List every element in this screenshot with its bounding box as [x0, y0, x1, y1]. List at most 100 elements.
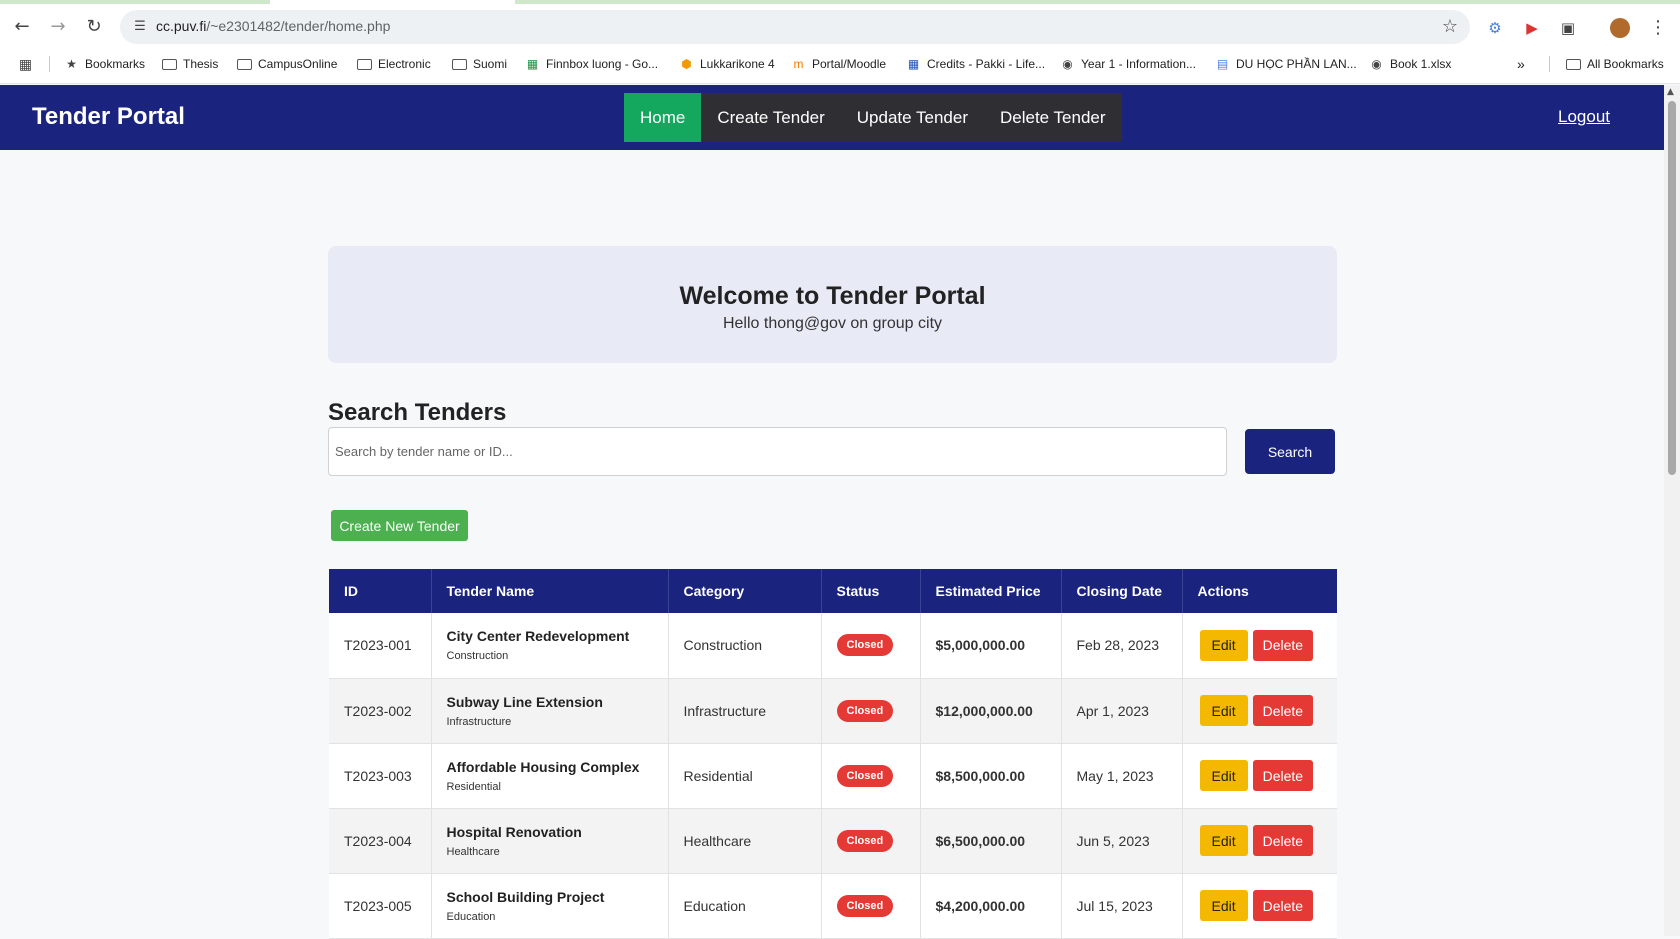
nav-update-tender[interactable]: Update Tender: [841, 93, 984, 142]
scrollbar-thumb[interactable]: [1668, 101, 1676, 475]
edit-button[interactable]: Edit: [1199, 890, 1248, 921]
logout-link[interactable]: Logout: [1558, 107, 1610, 127]
welcome-title: Welcome to Tender Portal: [679, 282, 986, 310]
table-row: T2023-004 Hospital Renovation Healthcare …: [329, 808, 1337, 874]
folder-icon: [357, 58, 372, 70]
tender-name: Subway Line Extension: [446, 693, 603, 710]
table-row: T2023-001 City Center Redevelopment Const…: [329, 613, 1337, 679]
extensions-icon[interactable]: ▣: [1556, 16, 1580, 40]
tender-price: $5,000,000.00: [920, 613, 1062, 679]
tender-closing-date: May 1, 2023: [1061, 743, 1183, 809]
nav-delete-tender[interactable]: Delete Tender: [984, 93, 1122, 142]
nav-create-tender[interactable]: Create Tender: [701, 93, 840, 142]
table-row: T2023-002 Subway Line Extension Infrastru…: [329, 678, 1337, 744]
bookmark-item[interactable]: Electronic: [357, 54, 431, 74]
create-new-tender-button[interactable]: Create New Tender: [331, 510, 468, 541]
profile-avatar-icon[interactable]: [1608, 16, 1632, 40]
edit-button[interactable]: Edit: [1199, 629, 1248, 661]
bookmark-divider: [1549, 56, 1550, 72]
edit-button[interactable]: Edit: [1199, 760, 1248, 791]
site-info-icon[interactable]: ☰: [130, 17, 150, 37]
delete-button[interactable]: Delete: [1252, 695, 1314, 726]
address-bar[interactable]: ☰ cc.puv.fi/~e2301482/tender/home.php ☆: [120, 10, 1470, 44]
star-icon: ★: [66, 56, 77, 71]
tender-closing-date: Jul 15, 2023: [1061, 873, 1183, 939]
tender-status-cell: Closed: [821, 873, 921, 939]
status-badge: Closed: [836, 894, 894, 917]
forward-arrow-icon[interactable]: →: [45, 14, 71, 40]
folder-icon: [452, 58, 467, 70]
tender-closing-date: Apr 1, 2023: [1061, 678, 1183, 744]
browser-toolbar: ← → ↻ ☰ cc.puv.fi/~e2301482/tender/home.…: [0, 0, 1680, 84]
search-button[interactable]: Search: [1245, 429, 1335, 474]
tender-name-cell: Subway Line Extension Infrastructure: [431, 678, 669, 744]
bookmark-item[interactable]: Thesis: [162, 54, 218, 74]
tender-id: T2023-003: [329, 743, 432, 809]
tender-table: ID Tender Name Category Status Estimated…: [329, 569, 1337, 939]
delete-button[interactable]: Delete: [1252, 825, 1314, 856]
bookmark-item[interactable]: ◉ Book 1.xlsx: [1369, 54, 1451, 74]
column-header-category: Category: [668, 569, 822, 613]
reload-icon[interactable]: ↻: [81, 14, 107, 40]
tender-status-cell: Closed: [821, 613, 921, 679]
table-header-row: ID Tender Name Category Status Estimated…: [329, 569, 1337, 613]
status-badge: Closed: [836, 699, 894, 722]
bookmark-item[interactable]: ★ Bookmarks: [64, 54, 145, 74]
tender-price: $12,000,000.00: [920, 678, 1062, 744]
page-scrollbar[interactable]: ▲: [1664, 85, 1680, 936]
tender-name: School Building Project: [446, 888, 605, 905]
tender-closing-date: Jun 5, 2023: [1061, 808, 1183, 874]
tender-name-cell: School Building Project Education: [431, 873, 669, 939]
nav-home[interactable]: Home: [624, 93, 702, 142]
tender-name: Hospital Renovation: [446, 823, 582, 840]
bookmark-item[interactable]: ▦ Credits - Pakki - Life...: [906, 54, 1045, 74]
bookmark-item[interactable]: CampusOnline: [237, 54, 337, 74]
bookmark-item[interactable]: m Portal/Moodle: [791, 54, 887, 74]
status-badge: Closed: [836, 634, 894, 657]
search-input[interactable]: [328, 427, 1227, 476]
tender-name: City Center Redevelopment: [446, 628, 630, 645]
grid-icon: ▦: [907, 56, 920, 71]
bookmark-item[interactable]: ▦ Finnbox luong - Go...: [525, 54, 658, 74]
more-bookmarks-chevron-icon[interactable]: »: [1517, 54, 1525, 74]
status-badge: Closed: [836, 829, 894, 852]
bookmark-item[interactable]: ▤ DU HỌC PHẦN LAN...: [1215, 54, 1357, 74]
moodle-icon: m: [793, 56, 804, 71]
bookmark-divider: [49, 56, 50, 72]
bookmarks-bar: ▦ ★ Bookmarks Thesis CampusOnline Electro…: [0, 52, 1680, 76]
tender-status-cell: Closed: [821, 678, 921, 744]
tender-subcategory: Residential: [446, 780, 501, 793]
bookmark-star-icon[interactable]: ☆: [1442, 16, 1458, 37]
apps-grid-icon[interactable]: ▦: [18, 54, 33, 74]
folder-icon: [162, 58, 177, 70]
delete-button[interactable]: Delete: [1252, 760, 1314, 791]
all-bookmarks[interactable]: All Bookmarks: [1566, 54, 1664, 74]
delete-button[interactable]: Delete: [1252, 629, 1314, 661]
url-text[interactable]: cc.puv.fi/~e2301482/tender/home.php: [156, 18, 390, 34]
search-section-title: Search Tenders: [328, 399, 507, 426]
tender-name-cell: City Center Redevelopment Construction: [431, 613, 669, 679]
globe-icon: ◉: [1062, 56, 1073, 71]
scroll-up-arrow-icon[interactable]: ▲: [1667, 87, 1674, 97]
delete-button[interactable]: Delete: [1252, 890, 1314, 921]
brand-title: Tender Portal: [32, 103, 185, 130]
column-header-tender-name: Tender Name: [431, 569, 669, 613]
bookmark-item[interactable]: ⬢ Lukkarikone 4: [679, 54, 774, 74]
column-header-closing-date: Closing Date: [1061, 569, 1183, 613]
tender-category: Infrastructure: [668, 678, 822, 744]
edit-button[interactable]: Edit: [1199, 825, 1248, 856]
tender-subcategory: Construction: [446, 650, 509, 663]
tender-subcategory: Healthcare: [446, 845, 500, 858]
tender-subcategory: Education: [446, 910, 496, 923]
bookmark-item[interactable]: ◉ Year 1 - Information...: [1060, 54, 1196, 74]
more-menu-icon[interactable]: ⋮: [1646, 16, 1670, 40]
back-arrow-icon[interactable]: ←: [9, 14, 35, 40]
folder-icon: [237, 58, 252, 70]
bookmark-item[interactable]: Suomi: [452, 54, 507, 74]
translate-icon[interactable]: ⚙: [1483, 16, 1507, 40]
column-header-actions: Actions: [1182, 569, 1337, 613]
megaphone-icon[interactable]: ▶: [1520, 16, 1544, 40]
edit-button[interactable]: Edit: [1199, 695, 1248, 726]
column-header-id: ID: [329, 569, 432, 613]
folder-icon: [1566, 58, 1581, 70]
